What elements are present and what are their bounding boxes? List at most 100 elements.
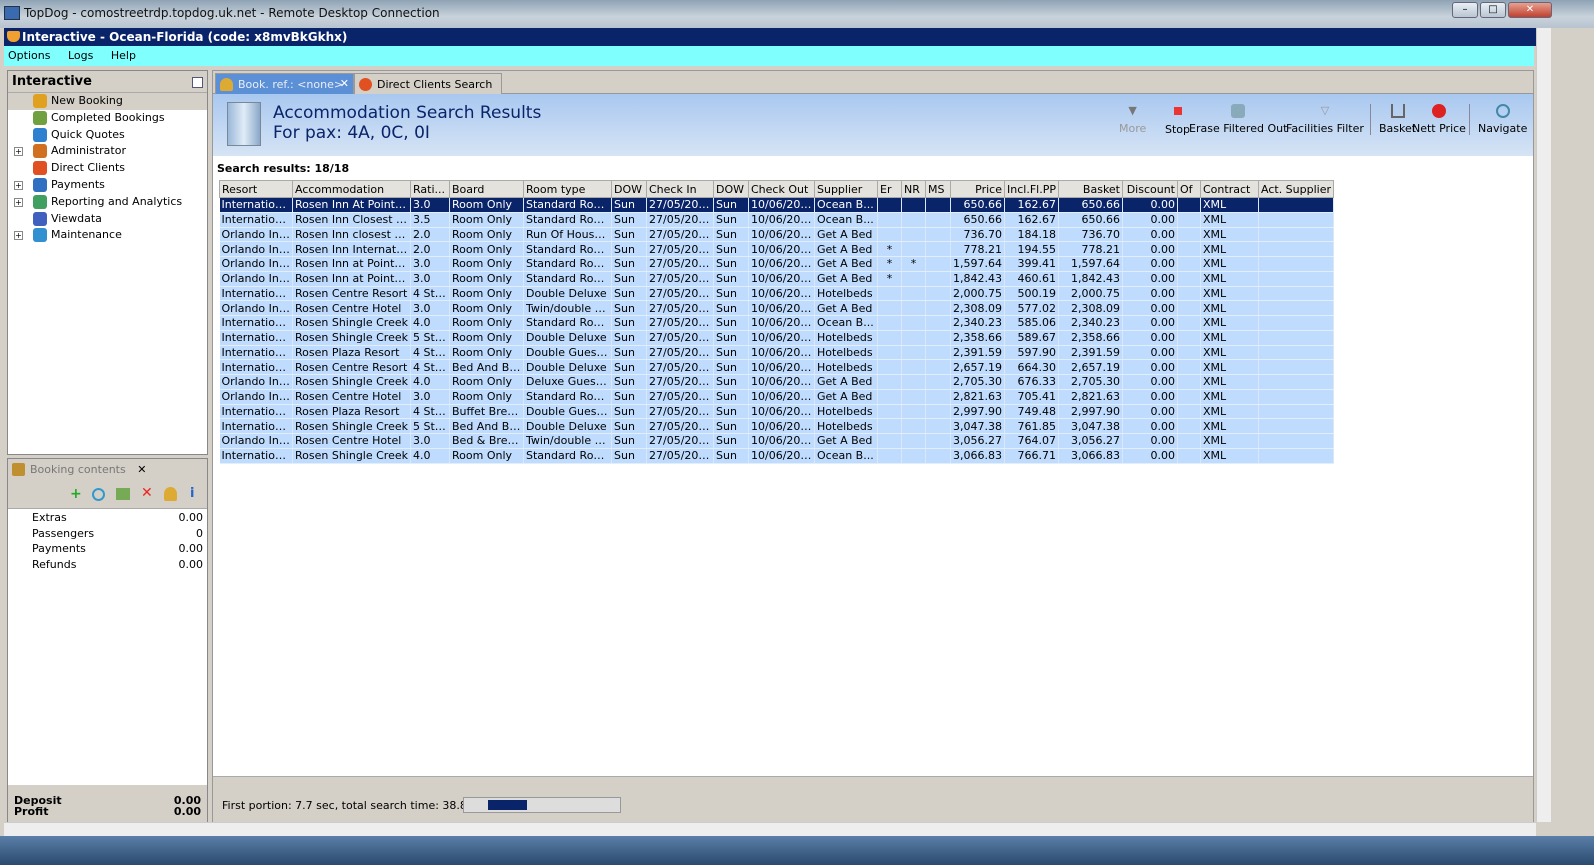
column-header-basket[interactable]: Basket	[1058, 180, 1123, 198]
cell-board: Room Only	[449, 286, 524, 302]
expand-icon[interactable]: +	[14, 197, 23, 207]
column-header-discount[interactable]: Discount	[1122, 180, 1178, 198]
cell-check-out: 10/06/2018	[748, 389, 815, 405]
table-row[interactable]: Orlando Int... Rosen Inn International 2.0…	[219, 241, 1334, 257]
column-header-ms[interactable]: MS	[925, 180, 951, 198]
maximize-button[interactable]: □	[1480, 2, 1506, 18]
column-header-accommodation[interactable]: Accommodation	[292, 180, 411, 198]
basket-button[interactable]: Basket	[1370, 104, 1416, 135]
column-header-board[interactable]: Board	[449, 180, 524, 198]
column-header-nr[interactable]: NR	[901, 180, 926, 198]
sidebar-item-reporting-and-analytics[interactable]: + Reporting and Analytics	[8, 194, 207, 211]
cell-dow: Sun	[713, 433, 749, 449]
sidebar-item-viewdata[interactable]: Viewdata	[8, 211, 207, 228]
close-tab-icon[interactable]: ✕	[340, 77, 349, 90]
rdp-title-bar: TopDog - comostreetrdp.topdog.uk.net - R…	[0, 0, 1594, 28]
table-row[interactable]: Orlando Int... Rosen Centre Hotel 3.0 Room …	[219, 300, 1334, 316]
facilities-filter-button[interactable]: ▽ Facilities Filter	[1286, 104, 1364, 135]
column-header-supplier[interactable]: Supplier	[814, 180, 878, 198]
cell-supplier: Get A Bed	[814, 227, 878, 243]
menu-help[interactable]: Help	[111, 49, 136, 62]
collapse-panel-button[interactable]	[192, 77, 203, 88]
add-icon[interactable]: +	[70, 486, 82, 502]
column-header-of[interactable]: Of	[1177, 180, 1201, 198]
column-header-check-in[interactable]: Check In	[646, 180, 714, 198]
tab-direct-clients-search[interactable]: Direct Clients Search	[354, 73, 502, 94]
column-header-room-type[interactable]: Room type	[523, 180, 612, 198]
sidebar-item-quick-quotes[interactable]: Quick Quotes	[8, 127, 207, 144]
booking-contents-tab[interactable]: Booking contents ✕	[8, 459, 207, 481]
more-button[interactable]: ▼ More	[1119, 104, 1146, 135]
table-row[interactable]: Internation... Rosen Shingle Creek 4.0 Room…	[219, 448, 1334, 464]
table-row[interactable]: Internation... Rosen Shingle Creek 5 Stars…	[219, 418, 1334, 434]
sidebar-item-new-booking[interactable]: New Booking	[8, 93, 207, 110]
column-header-check-out[interactable]: Check Out	[748, 180, 815, 198]
close-tab-icon[interactable]: ✕	[137, 463, 146, 476]
column-header-incl-fl-pp[interactable]: Incl.Fl.PP	[1004, 180, 1059, 198]
cell-board: Room Only	[449, 271, 524, 287]
minimize-button[interactable]: –	[1452, 2, 1478, 18]
column-header-contract[interactable]: Contract	[1200, 180, 1259, 198]
info-icon[interactable]: i	[190, 486, 194, 501]
table-row[interactable]: Internation... Rosen Shingle Creek 5 Stars…	[219, 330, 1334, 346]
table-row[interactable]: Orlando Int... Rosen Centre Hotel 3.0 Bed &…	[219, 433, 1334, 449]
table-row[interactable]: Orlando Int... Rosen Inn closest to ... 2.…	[219, 227, 1334, 243]
stop-button[interactable]: Stop	[1165, 104, 1190, 136]
column-header-resort[interactable]: Resort	[219, 180, 293, 198]
refresh-icon[interactable]	[92, 488, 105, 501]
cell-er: *	[877, 241, 902, 257]
sidebar-item-administrator[interactable]: + Administrator	[8, 143, 207, 160]
cell-price: 2,340.23	[950, 315, 1005, 331]
cart-icon[interactable]	[116, 488, 130, 500]
nett-price-button[interactable]: Nett Price	[1412, 104, 1466, 135]
horizontal-scrollbar[interactable]	[4, 822, 1536, 836]
table-row[interactable]: Orlando Int... Rosen Shingle Creek 4.0 Room…	[219, 374, 1334, 390]
table-row[interactable]: Internation... Rosen Inn At Pointe ... 3.0…	[219, 197, 1334, 213]
table-row[interactable]: Internation... Rosen Centre Resort 4 Stars…	[219, 359, 1334, 375]
cell-dow: Sun	[713, 359, 749, 375]
column-header-rati[interactable]: Rati...	[410, 180, 450, 198]
delete-icon[interactable]: ✕	[141, 485, 153, 501]
column-header-price[interactable]: Price	[950, 180, 1005, 198]
cell-check-out: 10/06/2018	[748, 212, 815, 228]
cell-er	[877, 433, 902, 449]
navigate-button[interactable]: Navigate	[1469, 104, 1527, 135]
erase-filtered-out-button[interactable]: Erase Filtered Out	[1189, 104, 1287, 135]
table-row[interactable]: Orlando Int... Rosen Centre Hotel 3.0 Room …	[219, 389, 1334, 405]
cell-act-supplier	[1258, 389, 1334, 405]
table-row[interactable]: Internation... Rosen Centre Resort 4 Stars…	[219, 286, 1334, 302]
palm-icon[interactable]	[164, 487, 177, 501]
sidebar-item-label: Quick Quotes	[51, 127, 125, 141]
sidebar-item-payments[interactable]: + Payments	[8, 177, 207, 194]
booking-summary-row: Refunds 0.00	[8, 558, 207, 574]
close-button[interactable]: ✕	[1508, 2, 1552, 18]
expand-icon[interactable]: +	[14, 231, 23, 241]
table-row[interactable]: Internation... Rosen Plaza Resort 4 Stars R…	[219, 345, 1334, 361]
menu-logs[interactable]: Logs	[68, 49, 93, 62]
table-row[interactable]: Orlando Int... Rosen Inn at Pointe ... 3.0…	[219, 256, 1334, 272]
vertical-scrollbar[interactable]	[1536, 28, 1551, 822]
cell-price: 2,358.66	[950, 330, 1005, 346]
column-header-act-supplier[interactable]: Act. Supplier	[1258, 180, 1334, 198]
column-header-er[interactable]: Er	[877, 180, 902, 198]
sidebar-item-completed-bookings[interactable]: Completed Bookings	[8, 110, 207, 127]
table-row[interactable]: Internation... Rosen Inn Closest to... 3.5…	[219, 212, 1334, 228]
cell-resort: Internation...	[219, 212, 293, 228]
expand-icon[interactable]: +	[14, 147, 23, 157]
cell-nr	[901, 197, 926, 213]
cell-check-in: 27/05/2018	[646, 256, 714, 272]
results-title: Accommodation Search Results For pax: 4A,…	[273, 103, 541, 143]
cell-incl-fl-pp: 749.48	[1004, 404, 1059, 420]
expand-icon[interactable]: +	[14, 180, 23, 190]
sidebar-item-maintenance[interactable]: + Maintenance	[8, 227, 207, 244]
column-header-dow[interactable]: DOW	[713, 180, 749, 198]
menu-options[interactable]: Options	[8, 49, 50, 62]
cell-check-in: 27/05/2018	[646, 418, 714, 434]
table-row[interactable]: Internation... Rosen Plaza Resort 4 Stars B…	[219, 404, 1334, 420]
column-header-dow[interactable]: DOW	[611, 180, 647, 198]
sidebar-item-direct-clients[interactable]: Direct Clients	[8, 160, 207, 177]
payments-icon	[33, 177, 47, 192]
tab-booking[interactable]: Book. ref.: <none> ✕	[215, 73, 354, 94]
table-row[interactable]: Orlando Int... Rosen Inn at Pointe ... 3.0…	[219, 271, 1334, 287]
table-row[interactable]: Internation... Rosen Shingle Creek 4.0 Room…	[219, 315, 1334, 331]
